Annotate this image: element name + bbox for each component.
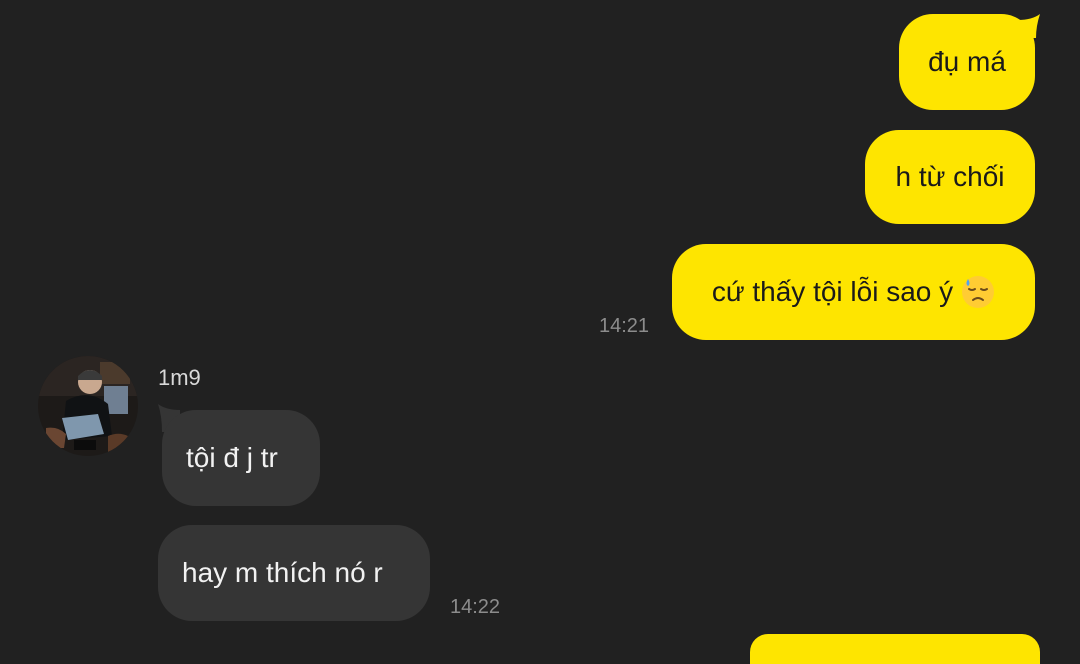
message-text: h từ chối (895, 161, 1005, 192)
sad-sweat-face-emoji (962, 276, 995, 308)
sender-name[interactable]: 1m9 (158, 365, 201, 391)
message-text: hay m thích nó r (182, 557, 383, 588)
message-text: cứ thấy tội lỗi sao ý (711, 276, 954, 307)
incoming-message[interactable]: tội đ j tr (162, 410, 320, 506)
contact-avatar-photo (38, 356, 138, 456)
incoming-message[interactable]: hay m thích nó r (158, 525, 430, 621)
message-text: đụ má (928, 46, 1006, 77)
message-timestamp: 14:21 (599, 315, 650, 337)
avatar[interactable] (38, 356, 138, 456)
outgoing-message[interactable]: h từ chối (865, 130, 1035, 224)
outgoing-message-partial (750, 634, 1040, 664)
outgoing-message[interactable]: đụ má (899, 14, 1035, 110)
message-timestamp: 14:22 (450, 596, 501, 618)
message-text: tội đ j tr (186, 442, 278, 473)
outgoing-message[interactable]: cứ thấy tội lỗi sao ý (672, 244, 1035, 340)
